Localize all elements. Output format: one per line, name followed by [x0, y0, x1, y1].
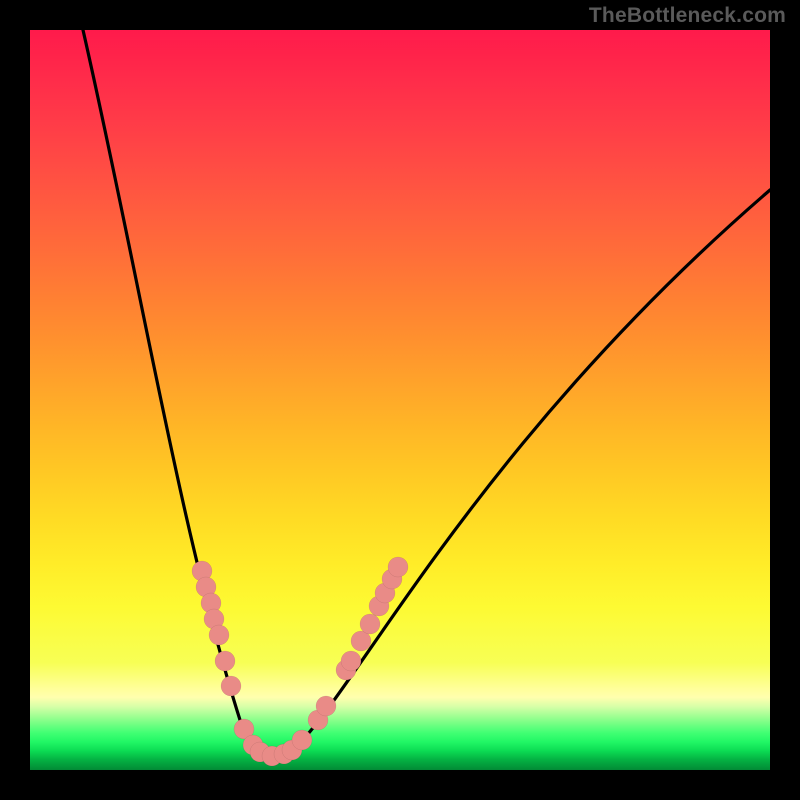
data-dot [209, 625, 229, 645]
data-dot [221, 676, 241, 696]
data-dot [360, 614, 380, 634]
chart-container: TheBottleneck.com [0, 0, 800, 800]
data-dot [215, 651, 235, 671]
data-dots-group [192, 557, 408, 766]
bottleneck-curve [83, 30, 770, 753]
data-dot [341, 651, 361, 671]
chart-svg [30, 30, 770, 770]
watermark-text: TheBottleneck.com [589, 4, 786, 28]
data-dot [292, 730, 312, 750]
data-dot [316, 696, 336, 716]
data-dot [388, 557, 408, 577]
